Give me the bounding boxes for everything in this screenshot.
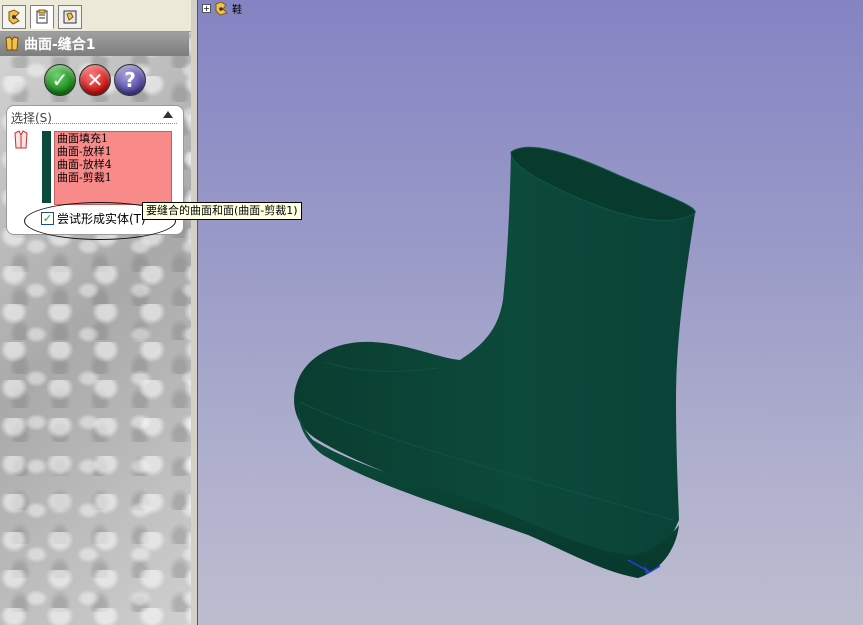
surfaces-selection-icon	[14, 130, 28, 149]
feature-title-bar: 曲面-缝合1	[0, 32, 189, 56]
property-manager-panel: 曲面-缝合1 ✓ ✕ ? 选择(S) 曲面填充1 曲面-放样1 曲面-放样4 曲…	[0, 0, 192, 625]
selection-header-label: 选择(S)	[11, 111, 52, 125]
list-item[interactable]: 曲面-放样4	[55, 158, 171, 171]
tab-configuration-manager[interactable]	[58, 5, 82, 29]
check-icon: ✓	[51, 68, 69, 92]
help-button[interactable]: ?	[114, 64, 146, 96]
cancel-button[interactable]: ✕	[79, 64, 111, 96]
knit-surface-icon	[5, 36, 19, 51]
list-item[interactable]: 曲面-放样1	[55, 145, 171, 158]
selection-group-header[interactable]: 选择(S)	[11, 109, 177, 125]
collapse-arrow-icon[interactable]	[163, 111, 173, 118]
faces-selection-list[interactable]: 曲面填充1 曲面-放样1 曲面-放样4 曲面-剪裁1	[54, 131, 172, 205]
manager-tab-strip	[0, 0, 191, 32]
close-icon: ✕	[86, 68, 104, 92]
boot-3d-model[interactable]	[198, 0, 863, 625]
selection-color-swatch	[42, 131, 51, 203]
feature-title: 曲面-缝合1	[24, 37, 96, 53]
tab-feature-manager[interactable]	[2, 5, 26, 29]
list-item[interactable]: 曲面填充1	[55, 132, 171, 145]
help-icon: ?	[124, 68, 136, 92]
list-item[interactable]: 曲面-剪裁1	[55, 171, 171, 184]
selection-tooltip: 要缝合的曲面和面(曲面-剪裁1)	[142, 202, 302, 220]
property-sheet-icon	[36, 9, 48, 24]
ok-button[interactable]: ✓	[44, 64, 76, 96]
configuration-icon	[63, 10, 77, 24]
graphics-viewport[interactable]: + 鞋	[197, 0, 863, 625]
tab-property-manager[interactable]	[30, 5, 54, 29]
feature-tree-icon	[8, 9, 20, 25]
